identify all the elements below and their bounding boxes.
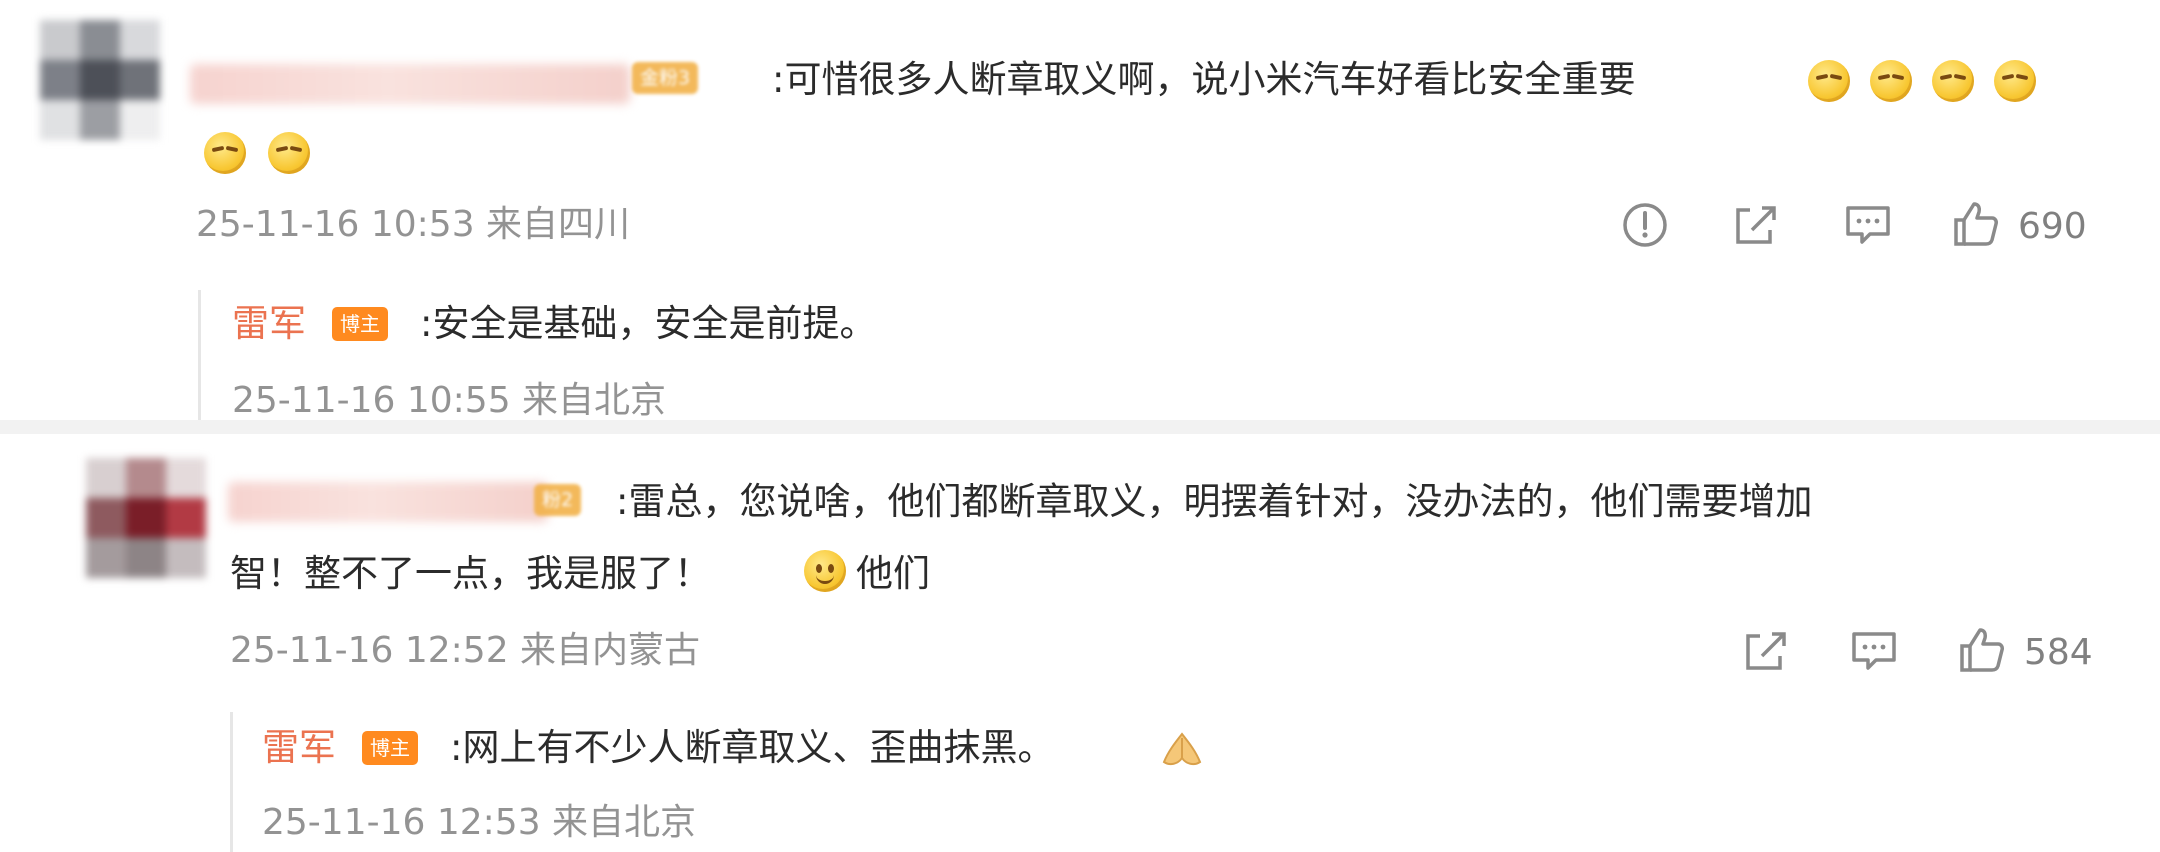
comment-separator: [0, 420, 2160, 434]
comment-text-line1: :雷总，您说啥，他们都断章取义，明摆着针对，没办法的，他们需要增加: [616, 480, 1813, 523]
fan-badge-label: 粉2: [542, 489, 574, 511]
comment-text-tail: 他们: [856, 552, 930, 595]
like-icon[interactable]: [1950, 198, 2000, 250]
host-badge-label: 博主: [370, 736, 410, 760]
reply-text: :安全是基础，安全是前提。: [420, 302, 877, 345]
host-badge: 博主: [362, 731, 418, 765]
host-badge: 博主: [332, 307, 388, 341]
reply-meta: 25-11-16 10:55 来自北京: [232, 380, 667, 421]
host-badge-label: 博主: [340, 312, 380, 336]
sly-smile-emoji: [268, 132, 310, 174]
reply-author[interactable]: 雷军: [262, 722, 336, 774]
comment-text-line2: 智！整不了一点，我是服了！: [230, 548, 711, 600]
comment-icon[interactable]: [1842, 200, 1894, 250]
like-icon[interactable]: [1956, 624, 2006, 676]
share-icon[interactable]: [1730, 200, 1782, 250]
username-blurred[interactable]: [228, 482, 548, 522]
report-icon[interactable]: [1620, 200, 1670, 250]
sly-smile-emoji: [1932, 60, 1974, 102]
comment-text-part: 智！整不了一点，我是服了！: [230, 552, 711, 595]
username-blurred[interactable]: [190, 64, 630, 104]
comment-text: :可惜很多人断章取义啊，说小米汽车好看比安全重要: [772, 58, 1636, 101]
sly-smile-emoji: [1808, 60, 1850, 102]
sly-smile-emoji: [1870, 60, 1912, 102]
like-count: 690: [2018, 206, 2087, 247]
avatar[interactable]: [40, 20, 160, 140]
fan-badge-label: 金粉3: [640, 67, 691, 89]
smile-emoji: [804, 550, 846, 592]
reply-divider: [198, 290, 201, 420]
like-count: 584: [2024, 632, 2093, 673]
comment-meta: 25-11-16 10:53 来自四川: [196, 204, 631, 245]
comment-icon[interactable]: [1848, 626, 1900, 676]
sly-smile-emoji: [1994, 60, 2036, 102]
pray-icon: [1162, 732, 1202, 766]
sly-smile-emoji: [204, 132, 246, 174]
fan-badge: 粉2: [534, 484, 582, 516]
comment-meta: 25-11-16 12:52 来自内蒙古: [230, 630, 701, 671]
reply-text: :网上有不少人断章取义、歪曲抹黑。: [450, 726, 1055, 769]
reply-meta: 25-11-16 12:53 来自北京: [262, 802, 697, 843]
avatar[interactable]: [86, 458, 206, 578]
reply-divider: [230, 712, 233, 852]
reply-author[interactable]: 雷军: [232, 298, 306, 350]
share-icon[interactable]: [1740, 626, 1792, 676]
fan-badge: 金粉3: [632, 62, 699, 94]
